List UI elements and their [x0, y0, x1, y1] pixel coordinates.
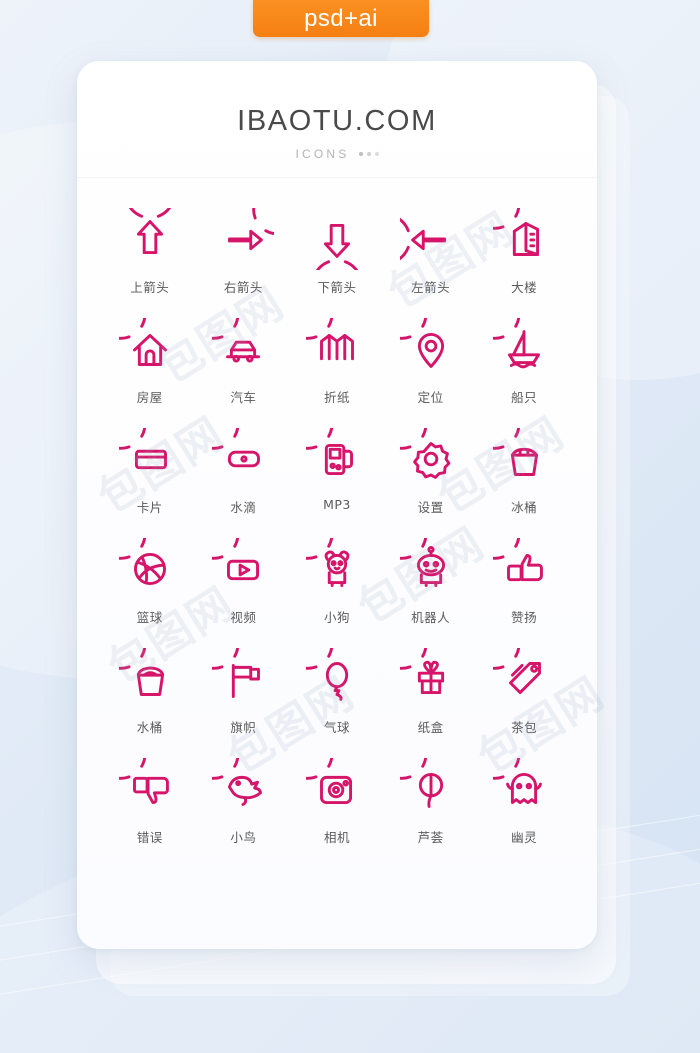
icon-cell[interactable]: 水滴 — [197, 428, 291, 538]
water-bucket-icon[interactable] — [118, 648, 181, 710]
subtitle-dots-icon — [358, 152, 379, 156]
icon-cell[interactable]: 卡片 — [103, 428, 197, 538]
icon-label: 幽灵 — [511, 830, 538, 845]
icon-cell[interactable]: 芦荟 — [384, 758, 478, 868]
location-pin-icon[interactable] — [399, 318, 462, 380]
flag-icon[interactable] — [212, 648, 274, 710]
icon-label: 房屋 — [136, 390, 163, 405]
thumbs-down-error-icon[interactable] — [118, 758, 181, 820]
icon-label: 旗帜 — [230, 720, 257, 735]
tea-bag-tag-icon[interactable] — [493, 648, 555, 710]
page-title: IBAOTU.COM — [237, 105, 437, 137]
water-drop-icon[interactable] — [212, 428, 274, 490]
right-arrow-icon[interactable] — [212, 208, 275, 270]
icon-label: 气球 — [323, 720, 350, 735]
icon-cell[interactable]: 上箭头 — [103, 208, 197, 318]
icon-label: 船只 — [511, 390, 538, 405]
icon-cell[interactable]: 篮球 — [103, 538, 197, 648]
icon-label: 上箭头 — [130, 280, 170, 295]
icon-cell[interactable]: 幽灵 — [477, 758, 571, 868]
icon-cell[interactable]: MP3 — [290, 428, 384, 538]
bird-icon[interactable] — [212, 758, 274, 820]
icon-cell[interactable]: 相机 — [290, 758, 384, 868]
icon-label: 水滴 — [230, 500, 257, 515]
left-arrow-icon[interactable] — [399, 208, 462, 270]
car-icon[interactable] — [212, 318, 274, 380]
gift-box-icon[interactable] — [399, 648, 462, 710]
card-header: IBAOTU.COM ICONS — [77, 61, 597, 178]
ice-bucket-icon[interactable] — [493, 428, 555, 490]
icon-cell[interactable]: 小狗 — [290, 538, 384, 648]
icon-cell[interactable]: 机器人 — [384, 538, 478, 648]
icon-sheet-card: IBAOTU.COM ICONS 上箭头 右箭头 下箭头 左箭头 大楼房屋 汽车 折纸 定位 船… — [77, 61, 597, 949]
icon-label: 下箭头 — [317, 280, 357, 295]
puppy-icon[interactable] — [305, 538, 368, 600]
icon-grid: 上箭头 右箭头 下箭头 左箭头 大楼 房屋 汽车 折纸 定位 船只 卡片 水滴 MP3 设置 冰桶 篮球 视频小… — [77, 178, 597, 868]
settings-gear-icon[interactable] — [399, 428, 462, 490]
icon-label: 冰桶 — [511, 500, 538, 515]
card-icon[interactable] — [118, 428, 181, 490]
sailboat-icon[interactable] — [493, 318, 555, 380]
icon-label: 赞扬 — [511, 610, 538, 625]
icon-label: 相机 — [323, 830, 350, 845]
icon-label: 视频 — [230, 610, 257, 625]
down-arrow-icon[interactable] — [306, 208, 368, 270]
icon-cell[interactable]: 大楼 — [477, 208, 571, 318]
icon-label: 小狗 — [323, 610, 350, 625]
icon-cell[interactable]: 错误 — [103, 758, 197, 868]
icon-label: 错误 — [136, 830, 163, 845]
thumbs-up-icon[interactable] — [493, 538, 555, 600]
icon-label: 大楼 — [511, 280, 538, 295]
icon-label: 卡片 — [136, 500, 163, 515]
icon-cell[interactable]: 气球 — [290, 648, 384, 758]
ghost-icon[interactable] — [493, 758, 555, 820]
building-icon[interactable] — [493, 208, 555, 270]
icon-cell[interactable]: 纸盒 — [384, 648, 478, 758]
icon-label: 折纸 — [323, 390, 350, 405]
icon-cell[interactable]: 折纸 — [290, 318, 384, 428]
house-icon[interactable] — [118, 318, 181, 380]
aloe-pin-icon[interactable] — [399, 758, 462, 820]
robot-icon[interactable] — [399, 538, 462, 600]
icon-cell[interactable]: 旗帜 — [197, 648, 291, 758]
format-badge: psd+ai — [253, 0, 429, 37]
basketball-icon[interactable] — [118, 538, 181, 600]
icon-cell[interactable]: 小鸟 — [197, 758, 291, 868]
icon-cell[interactable]: 右箭头 — [197, 208, 291, 318]
page-subtitle-text: ICONS — [295, 147, 350, 161]
camera-icon[interactable] — [305, 758, 368, 820]
icon-label: 芦荟 — [417, 830, 444, 845]
icon-label: 茶包 — [511, 720, 538, 735]
origami-map-icon[interactable] — [305, 318, 368, 380]
icon-cell[interactable]: 房屋 — [103, 318, 197, 428]
icon-cell[interactable]: 汽车 — [197, 318, 291, 428]
icon-label: 小鸟 — [230, 830, 257, 845]
icon-cell[interactable]: 茶包 — [477, 648, 571, 758]
icon-label: 左箭头 — [411, 280, 451, 295]
icon-label: 机器人 — [411, 610, 451, 625]
icon-cell[interactable]: 视频 — [197, 538, 291, 648]
icon-cell[interactable]: 赞扬 — [477, 538, 571, 648]
icon-cell[interactable]: 定位 — [384, 318, 478, 428]
mp3-player-icon[interactable] — [305, 428, 368, 490]
icon-cell[interactable]: 冰桶 — [477, 428, 571, 538]
icon-label: 右箭头 — [223, 280, 263, 295]
icon-cell[interactable]: 船只 — [477, 318, 571, 428]
icon-label: 定位 — [417, 390, 444, 405]
icon-cell[interactable]: 水桶 — [103, 648, 197, 758]
icon-label: 设置 — [417, 500, 444, 515]
icon-label: 纸盒 — [417, 720, 444, 735]
icon-label: 汽车 — [230, 390, 257, 405]
balloon-icon[interactable] — [305, 648, 368, 710]
icon-cell[interactable]: 左箭头 — [384, 208, 478, 318]
video-icon[interactable] — [212, 538, 274, 600]
icon-cell[interactable]: 设置 — [384, 428, 478, 538]
up-arrow-icon[interactable] — [119, 208, 181, 270]
page-subtitle: ICONS — [77, 147, 597, 161]
icon-label: 水桶 — [136, 720, 163, 735]
icon-label: 篮球 — [136, 610, 163, 625]
icon-cell[interactable]: 下箭头 — [290, 208, 384, 318]
icon-label: MP3 — [323, 497, 351, 512]
